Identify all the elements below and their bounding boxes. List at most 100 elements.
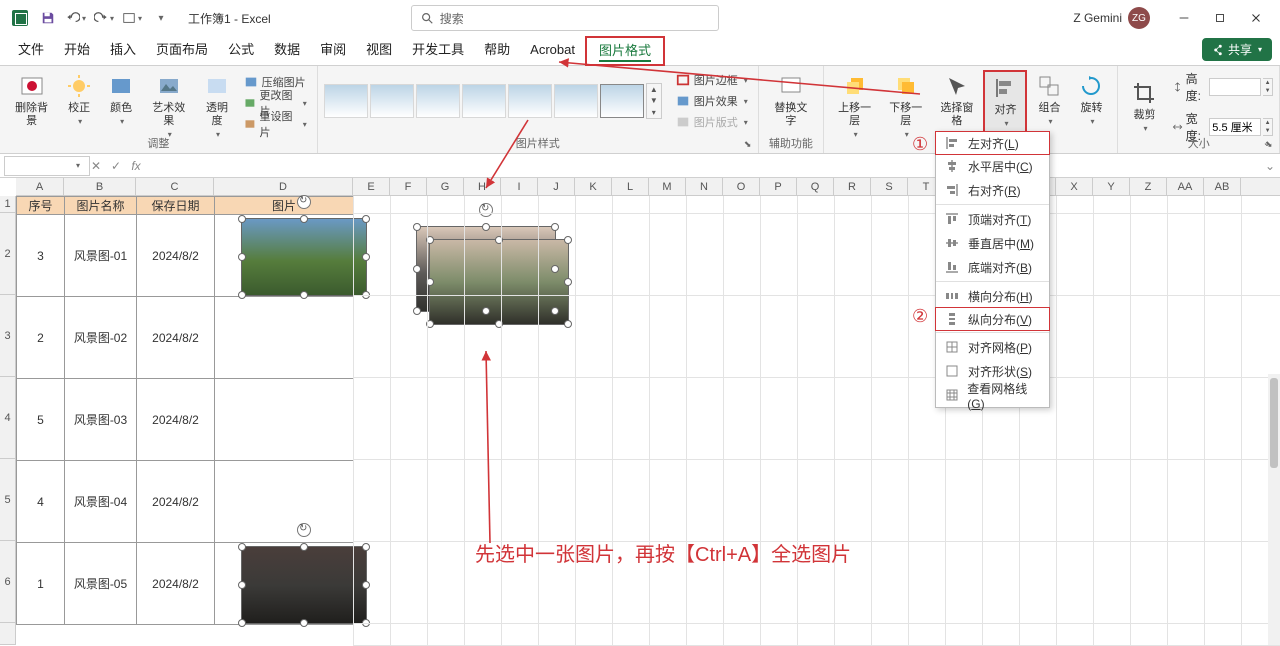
style-thumb-selected[interactable] [600, 84, 644, 118]
tab-file[interactable]: 文件 [8, 35, 54, 65]
tab-acrobat[interactable]: Acrobat [520, 35, 585, 65]
picture-border-button[interactable]: 图片边框▾ [672, 70, 752, 90]
col-header[interactable]: I [501, 178, 538, 195]
remove-background-button[interactable]: 删除背景 [6, 70, 57, 130]
col-header[interactable]: A [16, 178, 64, 195]
picture-1[interactable] [241, 218, 367, 296]
styles-dialog-launcher[interactable]: ⬊ [744, 139, 756, 151]
bring-forward-button[interactable]: 上移一层▾ [830, 70, 879, 143]
save-button[interactable] [34, 4, 62, 32]
close-button[interactable] [1238, 4, 1274, 32]
style-thumb[interactable] [462, 84, 506, 118]
row-header[interactable]: 3 [0, 295, 16, 377]
table-row[interactable]: 5风景图-032024/8/2 [17, 379, 354, 461]
picture-floating[interactable] [416, 226, 556, 312]
align-left-item[interactable]: 左对齐(L) [935, 131, 1050, 155]
formula-bar-expand[interactable]: ⌄ [1260, 159, 1280, 173]
send-backward-button[interactable]: 下移一层▾ [881, 70, 930, 143]
style-thumb[interactable] [416, 84, 460, 118]
col-header[interactable]: F [390, 178, 427, 195]
align-middle-v-item[interactable]: 垂直居中(M) [936, 231, 1049, 255]
vertical-scrollbar[interactable] [1268, 374, 1280, 645]
align-center-h-item[interactable]: 水平居中(C) [936, 154, 1049, 178]
crop-button[interactable]: 裁剪▾ [1124, 77, 1164, 137]
col-header[interactable]: K [575, 178, 612, 195]
gallery-scroll[interactable]: ▲▼▾ [646, 83, 662, 119]
row-header[interactable]: 6 [0, 541, 16, 623]
col-header[interactable]: J [538, 178, 575, 195]
col-header[interactable]: S [871, 178, 908, 195]
transparency-button[interactable]: 透明度▾ [196, 70, 237, 143]
col-header[interactable]: Y [1093, 178, 1130, 195]
row-headers[interactable]: 123456 [0, 196, 16, 645]
share-button[interactable]: 共享▾ [1202, 38, 1272, 61]
col-header[interactable]: H [464, 178, 501, 195]
redo-button[interactable]: ▾ [90, 4, 118, 32]
col-header[interactable]: E [353, 178, 390, 195]
col-header[interactable]: C [136, 178, 214, 195]
col-header[interactable]: L [612, 178, 649, 195]
artistic-effects-button[interactable]: 艺术效果▾ [143, 70, 194, 143]
tab-data[interactable]: 数据 [264, 35, 310, 65]
style-thumb[interactable] [324, 84, 368, 118]
color-button[interactable]: 颜色▾ [101, 70, 141, 130]
col-header[interactable]: X [1056, 178, 1093, 195]
minimize-button[interactable] [1166, 4, 1202, 32]
distribute-h-item[interactable]: 横向分布(H) [936, 284, 1049, 308]
align-right-item[interactable]: 右对齐(R) [936, 178, 1049, 202]
row-header[interactable]: 5 [0, 459, 16, 541]
col-header[interactable]: B [64, 178, 136, 195]
corrections-button[interactable]: 校正▾ [59, 70, 99, 130]
search-input[interactable]: 搜索 [411, 5, 719, 31]
qat-customize-button[interactable]: ▾ [146, 4, 174, 32]
col-header[interactable]: M [649, 178, 686, 195]
row-header[interactable] [0, 623, 16, 645]
row-header[interactable]: 1 [0, 196, 16, 213]
tab-review[interactable]: 审阅 [310, 35, 356, 65]
style-thumb[interactable] [370, 84, 414, 118]
col-header[interactable]: O [723, 178, 760, 195]
group-button[interactable]: 组合▾ [1029, 70, 1069, 130]
enter-formula-button[interactable]: ✓ [106, 159, 126, 173]
col-header[interactable]: N [686, 178, 723, 195]
fx-button[interactable]: fx [126, 159, 146, 173]
table-row[interactable]: 2风景图-022024/8/2 [17, 297, 354, 379]
align-bottom-item[interactable]: 底端对齐(B) [936, 255, 1049, 279]
picture-styles-gallery[interactable]: ▲▼▾ [324, 83, 662, 119]
row-header[interactable]: 2 [0, 213, 16, 295]
user-account[interactable]: Z Gemini ZG [1073, 7, 1150, 29]
tab-developer[interactable]: 开发工具 [402, 35, 474, 65]
distribute-v-item[interactable]: 纵向分布(V) [935, 307, 1050, 331]
selection-pane-button[interactable]: 选择窗格 [932, 70, 981, 130]
maximize-button[interactable] [1202, 4, 1238, 32]
col-header[interactable]: Q [797, 178, 834, 195]
picture-effects-button[interactable]: 图片效果▾ [672, 91, 752, 111]
align-button[interactable]: 对齐▾ [983, 70, 1027, 134]
alt-text-button[interactable]: 替换文字 [765, 70, 817, 130]
autosave-toggle[interactable] [6, 4, 34, 32]
col-header[interactable]: R [834, 178, 871, 195]
qat-more-button[interactable]: ▾ [118, 4, 146, 32]
cancel-formula-button[interactable]: ✕ [86, 159, 106, 173]
tab-help[interactable]: 帮助 [474, 35, 520, 65]
worksheet[interactable]: ABCDEFGHIJKLMNOPQRSTUVWXYZAAAB 123456 序号… [0, 178, 1280, 645]
column-headers[interactable]: ABCDEFGHIJKLMNOPQRSTUVWXYZAAAB [16, 178, 1280, 196]
undo-button[interactable]: ▾ [62, 4, 90, 32]
width-input[interactable] [1209, 118, 1261, 136]
ribbon-collapse-button[interactable]: ⌄ [1258, 134, 1274, 150]
tab-insert[interactable]: 插入 [100, 35, 146, 65]
tab-view[interactable]: 视图 [356, 35, 402, 65]
style-thumb[interactable] [508, 84, 552, 118]
reset-picture-button[interactable]: 重设图片▾ [240, 114, 311, 134]
view-gridlines-item[interactable]: 查看网格线(G) [936, 383, 1049, 407]
col-header[interactable]: Z [1130, 178, 1167, 195]
tab-formulas[interactable]: 公式 [218, 35, 264, 65]
col-header[interactable]: P [760, 178, 797, 195]
col-header[interactable]: D [214, 178, 353, 195]
tab-page-layout[interactable]: 页面布局 [146, 35, 218, 65]
row-header[interactable]: 4 [0, 377, 16, 459]
col-header[interactable]: AA [1167, 178, 1204, 195]
align-top-item[interactable]: 顶端对齐(T) [936, 207, 1049, 231]
col-header[interactable]: G [427, 178, 464, 195]
tab-picture-format[interactable]: 图片格式 [585, 36, 665, 66]
